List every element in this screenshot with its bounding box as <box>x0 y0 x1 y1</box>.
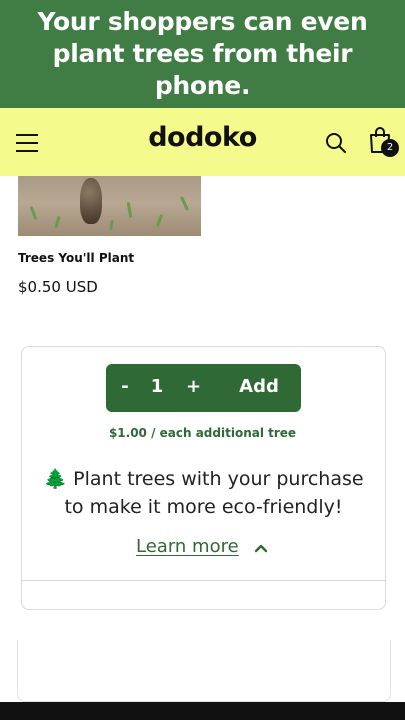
per-tree-price: $1.00 / each additional tree <box>108 426 297 440</box>
promo-line-2: plant trees from their phone. <box>52 39 353 100</box>
product-price: $0.50 USD <box>18 278 98 296</box>
bottom-bar <box>0 702 405 720</box>
promo-line-1: Your shoppers can even <box>37 7 368 36</box>
chevron-up-icon[interactable] <box>254 543 268 553</box>
increase-button[interactable]: + <box>186 376 201 397</box>
search-icon[interactable] <box>324 131 348 155</box>
learn-more-link[interactable]: Learn more <box>136 536 239 557</box>
product-photo-subject <box>80 178 102 224</box>
product-image[interactable] <box>18 176 201 236</box>
decrease-button[interactable]: - <box>118 376 132 397</box>
lower-card <box>17 640 391 702</box>
product-title[interactable]: Trees You'll Plant <box>18 251 134 265</box>
promo-banner: Your shoppers can even plant trees from … <box>0 0 405 108</box>
quantity-value: 1 <box>150 376 164 397</box>
widget-divider <box>22 580 385 581</box>
plant-trees-message: 🌲 Plant trees with your purchase to make… <box>38 465 369 521</box>
tree-quantity-stepper: - 1 + Add <box>106 364 301 412</box>
add-trees-button[interactable]: Add <box>234 376 284 397</box>
plant-trees-text: Plant trees with your purchase to make i… <box>64 468 364 518</box>
promo-text: Your shoppers can even plant trees from … <box>10 6 395 102</box>
tree-icon: 🌲 <box>43 468 68 490</box>
cart-count-badge: 2 <box>381 139 399 157</box>
